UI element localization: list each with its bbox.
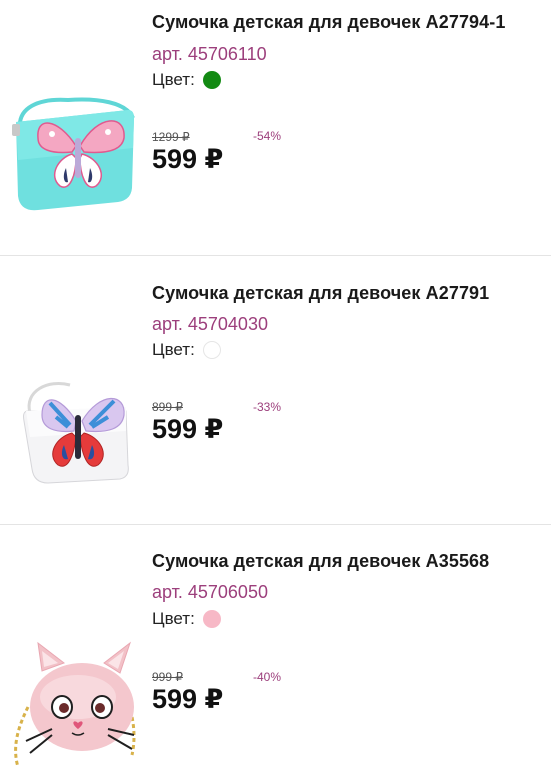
- current-price: 599 ₽: [152, 144, 224, 174]
- color-label: Цвет:: [152, 70, 195, 89]
- discount-badge: -54%: [253, 129, 282, 143]
- product-title[interactable]: Сумочка детская для девочек A27791: [152, 283, 489, 304]
- color-swatch[interactable]: [202, 71, 221, 89]
- color-row: Цвет:: [152, 609, 221, 629]
- color-row: Цвет:: [152, 340, 221, 360]
- color-swatch[interactable]: [202, 610, 221, 628]
- color-label: Цвет:: [152, 609, 195, 628]
- color-row: Цвет:: [152, 70, 221, 90]
- product-sku: арт. 45704030: [152, 314, 268, 334]
- current-price: 599 ₽: [152, 414, 224, 444]
- butterfly-bag-white-icon[interactable]: [8, 371, 143, 506]
- color-swatch[interactable]: [202, 341, 221, 359]
- product-sku: арт. 45706110: [152, 44, 267, 64]
- discount-badge: -33%: [253, 400, 282, 414]
- product-card[interactable]: Сумочка детская для девочек A35568 арт. …: [0, 525, 551, 770]
- old-price: 999 ₽: [152, 670, 183, 684]
- color-label: Цвет:: [152, 340, 195, 359]
- product-title[interactable]: Сумочка детская для девочек A35568: [152, 551, 489, 572]
- current-price: 599 ₽: [152, 684, 224, 714]
- product-card[interactable]: Сумочка детская для девочек A27791 арт. …: [0, 256, 551, 511]
- product-sku: арт. 45706050: [152, 582, 268, 602]
- cat-bag-pink-icon[interactable]: [8, 637, 143, 772]
- discount-badge: -40%: [253, 670, 282, 684]
- product-title[interactable]: Сумочка детская для девочек A27794-1: [152, 12, 505, 33]
- old-price: 1299 ₽: [152, 130, 190, 144]
- product-card[interactable]: Сумочка детская для девочек A27794-1 арт…: [0, 0, 551, 255]
- butterfly-bag-turquoise-icon[interactable]: [8, 88, 143, 223]
- old-price: 899 ₽: [152, 400, 183, 414]
